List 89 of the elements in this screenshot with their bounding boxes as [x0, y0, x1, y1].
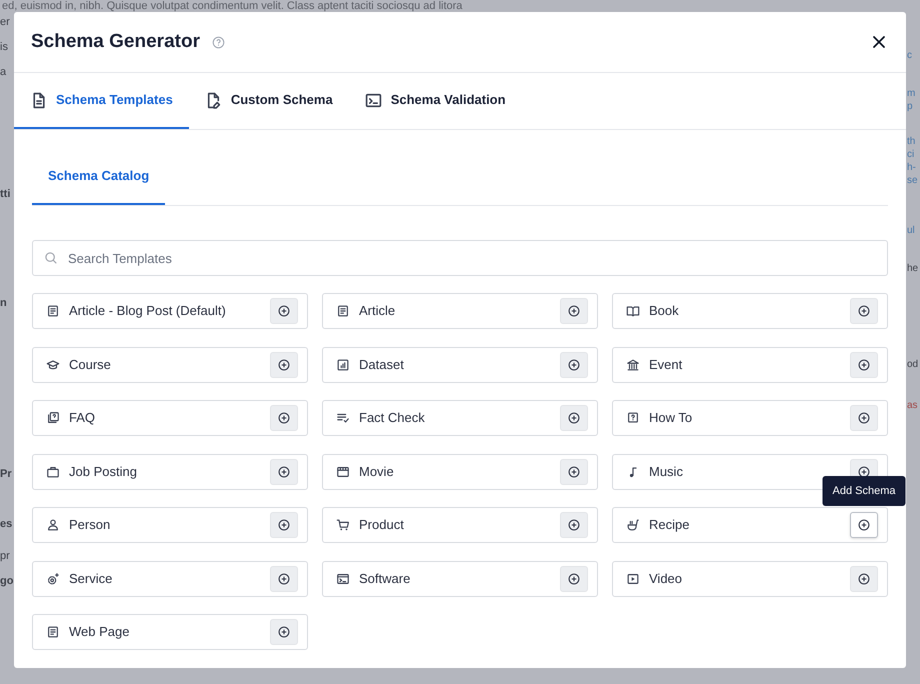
background-text: ul	[907, 225, 915, 237]
background-text: as	[907, 400, 918, 412]
plus-circle-icon	[278, 572, 290, 584]
question-square-icon	[626, 411, 640, 425]
background-text: pr	[0, 550, 11, 563]
background-text: he	[907, 263, 918, 275]
plus-circle-icon	[858, 412, 870, 424]
background-text: a	[0, 66, 8, 79]
background-text: ci	[907, 149, 914, 161]
template-name: Recipe	[649, 516, 690, 534]
template-name: Article	[359, 302, 396, 320]
dialog-title: Schema Generator	[31, 30, 200, 54]
plus-circle-icon	[568, 305, 580, 317]
plus-circle-icon	[858, 358, 870, 370]
template-name: Dataset	[359, 356, 405, 374]
template-name: Person	[69, 516, 112, 534]
paragraph-text: ed, euismod in, nibh. Quisque volutpat condimentum velit. Class aptent taciti sociosqu ad litora	[2, 0, 462, 12]
person-icon	[46, 518, 60, 532]
plus-circle-icon	[278, 412, 290, 424]
template-name: Web Page	[69, 623, 130, 642]
background-text: Pr	[0, 468, 13, 481]
plus-circle-icon	[568, 412, 580, 424]
article-icon	[46, 304, 60, 318]
article-icon	[336, 304, 350, 318]
article-icon	[46, 625, 60, 639]
background-text: c	[907, 50, 912, 62]
tooltip: Add Schema	[822, 476, 906, 506]
close-icon	[871, 34, 887, 50]
plus-circle-icon	[278, 466, 290, 478]
background-text: m	[907, 88, 916, 100]
template-name: Music	[649, 462, 684, 481]
book-icon	[626, 304, 640, 318]
template-name: Book	[649, 302, 680, 320]
plus-circle-icon	[568, 466, 580, 478]
chart-icon	[336, 358, 350, 372]
plus-circle-icon	[858, 519, 870, 531]
search-icon	[44, 251, 58, 265]
plus-circle-icon	[278, 305, 290, 317]
plus-circle-icon	[858, 466, 870, 478]
tab[interactable]: Schema Validation	[348, 73, 522, 129]
add-button[interactable]	[850, 512, 878, 538]
briefcase-icon	[46, 464, 60, 478]
template-name: Article - Blog Post (Default)	[69, 302, 227, 320]
plus-circle-icon	[278, 626, 290, 638]
plus-circle-icon	[858, 572, 870, 584]
background-text: es	[0, 518, 14, 531]
tab[interactable]: Custom Schema	[188, 73, 349, 129]
cart-icon	[336, 518, 350, 532]
background-text: p	[907, 101, 913, 113]
plus-circle-icon	[278, 519, 290, 531]
cooking-pot-icon	[626, 518, 640, 532]
building-icon	[626, 358, 640, 372]
tab[interactable]: Schema Templates	[14, 73, 189, 129]
plus-circle-icon	[568, 519, 580, 531]
background-text: th	[907, 136, 916, 148]
plus-circle-icon	[568, 572, 580, 584]
gear-sparkle-icon	[46, 572, 60, 586]
plus-circle-icon	[568, 358, 580, 370]
play-square-icon	[626, 572, 640, 586]
background-text: er	[0, 16, 11, 29]
background-text: n	[0, 297, 8, 310]
template-name: Fact Check	[359, 409, 426, 428]
template-name: Job Posting	[69, 462, 138, 481]
template-name: Service	[69, 570, 114, 588]
clapperboard-icon	[336, 464, 350, 478]
template-name: FAQ	[69, 409, 96, 428]
background-text: od	[907, 359, 918, 371]
subtab[interactable]: Schema Catalog	[32, 130, 166, 205]
template-name: Movie	[359, 462, 395, 481]
plus-circle-icon	[278, 358, 290, 370]
template-name: Course	[69, 356, 112, 374]
plus-circle-icon	[858, 305, 870, 317]
background-text: se	[907, 175, 918, 187]
graduation-cap-icon	[46, 358, 60, 372]
background-text: tti	[0, 188, 12, 201]
question-pages-icon	[46, 411, 60, 425]
template-name: How To	[649, 409, 694, 428]
search-field[interactable]: Search Templates	[32, 240, 888, 276]
background-text: is	[0, 41, 9, 54]
template-name: Event	[649, 356, 684, 374]
background-text: h-	[907, 162, 916, 174]
template-name: Product	[359, 516, 405, 534]
terminal-icon	[364, 92, 382, 108]
list-check-icon	[336, 411, 350, 425]
template-name: Video	[649, 570, 684, 588]
background-text: go	[0, 575, 14, 588]
template-name: Software	[359, 570, 412, 588]
help-icon	[212, 36, 225, 48]
terminal-icon	[336, 572, 350, 586]
